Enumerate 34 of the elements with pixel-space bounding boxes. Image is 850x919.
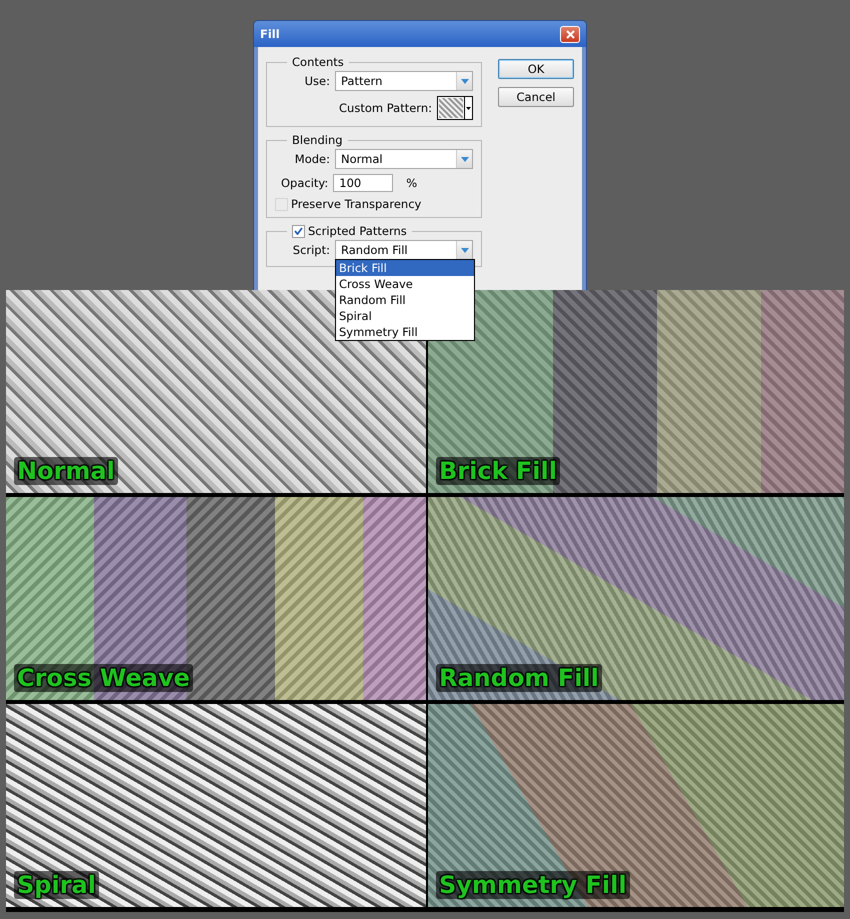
field-label: Script:	[292, 243, 330, 257]
group-title: Blending	[291, 133, 344, 147]
sample-caption: Spiral	[14, 871, 99, 899]
checkbox-label: Scripted Patterns	[308, 224, 407, 238]
dialog-button[interactable]: OK	[498, 59, 574, 79]
use-dropdown[interactable]: Pattern	[335, 71, 473, 91]
opacity-field[interactable]: 100	[333, 174, 394, 192]
dropdown-option[interactable]: Cross Weave	[336, 276, 474, 292]
sample-caption: Normal	[14, 457, 118, 485]
sample-caption: Symmetry Fill	[436, 871, 630, 899]
preserve-transparency-checkbox[interactable]	[275, 198, 288, 210]
checkbox-label: Preserve Transparency	[291, 197, 422, 211]
group-title: Contents	[291, 55, 345, 69]
dropdown-option[interactable]: Random Fill	[336, 292, 474, 308]
scripted-patterns-checkbox[interactable]	[292, 224, 305, 238]
field-label: Custom Pattern:	[339, 101, 432, 115]
field-label: Mode:	[294, 152, 330, 166]
mode-dropdown[interactable]: Normal	[335, 149, 473, 169]
dropdown-option[interactable]: Brick Fill	[336, 260, 474, 276]
close-button[interactable]	[560, 26, 580, 42]
close-icon	[566, 30, 574, 38]
sample-caption: Brick Fill	[436, 457, 560, 485]
dialog-button[interactable]: Cancel	[498, 87, 574, 107]
dropdown-option[interactable]: Spiral	[336, 308, 474, 324]
window-title: Fill	[260, 27, 280, 41]
sample-caption: Cross Weave	[14, 664, 193, 692]
pattern-picker[interactable]	[437, 96, 473, 120]
pattern-swatch	[439, 98, 463, 118]
dropdown-option[interactable]: Symmetry Fill	[336, 324, 474, 340]
unit-label: %	[406, 176, 418, 190]
sample-caption: Random Fill	[436, 664, 602, 692]
field-label: Use:	[304, 74, 330, 88]
field-label: Opacity:	[281, 176, 328, 190]
caret-icon	[466, 106, 471, 110]
